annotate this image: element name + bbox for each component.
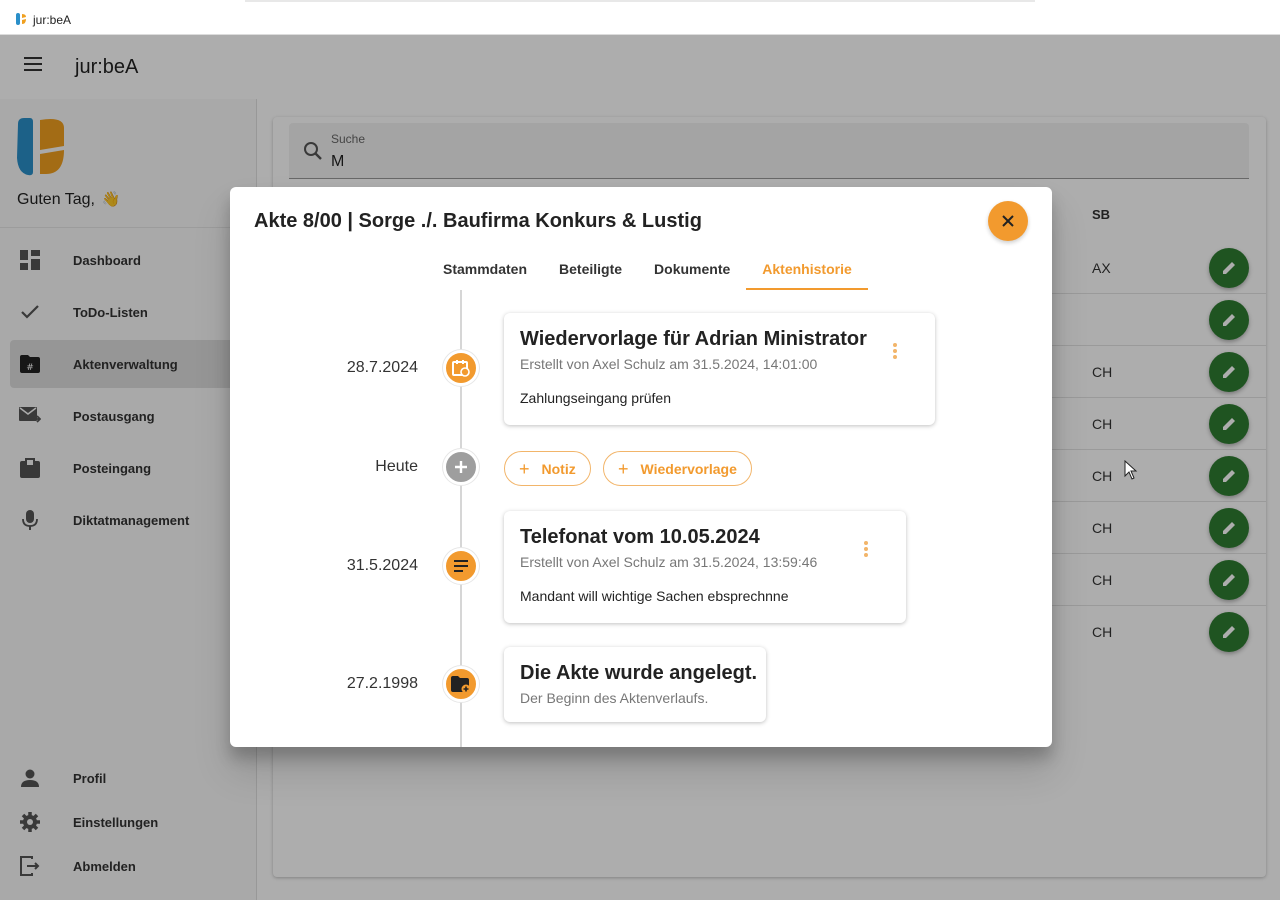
more-vert-icon[interactable] — [885, 339, 905, 363]
add-resubmission-label: Wiedervorlage — [640, 460, 737, 477]
plus-icon: + — [618, 458, 629, 479]
close-icon — [1002, 215, 1014, 227]
folder-add-icon — [443, 666, 479, 702]
card-title: Die Akte wurde angelegt. — [520, 662, 758, 684]
card-subtitle: Erstellt von Axel Schulz am 31.5.2024, 1… — [520, 356, 818, 372]
tab-stammdaten[interactable]: Stammdaten — [427, 247, 543, 290]
card-body: Zahlungseingang prüfen — [520, 390, 672, 406]
tab-aktenhistorie[interactable]: Aktenhistorie — [746, 247, 869, 290]
more-vert-icon[interactable] — [856, 537, 876, 561]
mouse-cursor-icon — [1124, 460, 1138, 480]
add-note-label: Notiz — [541, 460, 576, 477]
close-button[interactable] — [988, 201, 1028, 241]
plus-icon: + — [519, 458, 530, 479]
tab-beteiligte[interactable]: Beteiligte — [543, 247, 638, 290]
timeline-date: 31.5.2024 — [346, 557, 418, 574]
akte-dialog: Akte 8/00 | Sorge ./. Baufirma Konkurs &… — [230, 187, 1052, 747]
card-subtitle: Erstellt von Axel Schulz am 31.5.2024, 1… — [520, 554, 818, 570]
timeline-card-akte-angelegt: Die Akte wurde angelegt. Der Beginn des … — [504, 647, 766, 722]
os-titlebar: jur:beA — [0, 0, 1280, 35]
window-title: jur:beA — [33, 13, 72, 27]
card-title: Telefonat vom 10.05.2024 — [520, 526, 760, 548]
dialog-tabs: Stammdaten Beteiligte Dokumente Aktenhis… — [427, 247, 869, 290]
calendar-clock-icon — [443, 350, 479, 386]
card-body: Mandant will wichtige Sachen ebsprechnne — [520, 588, 789, 604]
card-title: Wiedervorlage für Adrian Ministrator — [520, 328, 867, 350]
dialog-title: Akte 8/00 | Sorge ./. Baufirma Konkurs &… — [254, 210, 702, 232]
card-subtitle: Der Beginn des Aktenverlaufs. — [520, 690, 709, 706]
timeline-date-today: Heute — [375, 458, 418, 475]
add-note-button[interactable]: + Notiz — [504, 451, 591, 486]
timeline-card-telefonat[interactable]: Telefonat vom 10.05.2024 Erstellt von Ax… — [504, 511, 906, 623]
plus-icon[interactable] — [443, 449, 479, 485]
tab-dokumente[interactable]: Dokumente — [638, 247, 746, 290]
timeline-card-wiedervorlage[interactable]: Wiedervorlage für Adrian Ministrator Ers… — [504, 313, 935, 425]
notes-icon — [443, 548, 479, 584]
add-resubmission-button[interactable]: + Wiedervorlage — [603, 451, 752, 486]
titlebar-accent — [245, 0, 1035, 2]
timeline-date: 27.2.1998 — [346, 675, 418, 692]
timeline-date: 28.7.2024 — [346, 359, 418, 376]
app-mini-logo-icon — [16, 13, 26, 25]
